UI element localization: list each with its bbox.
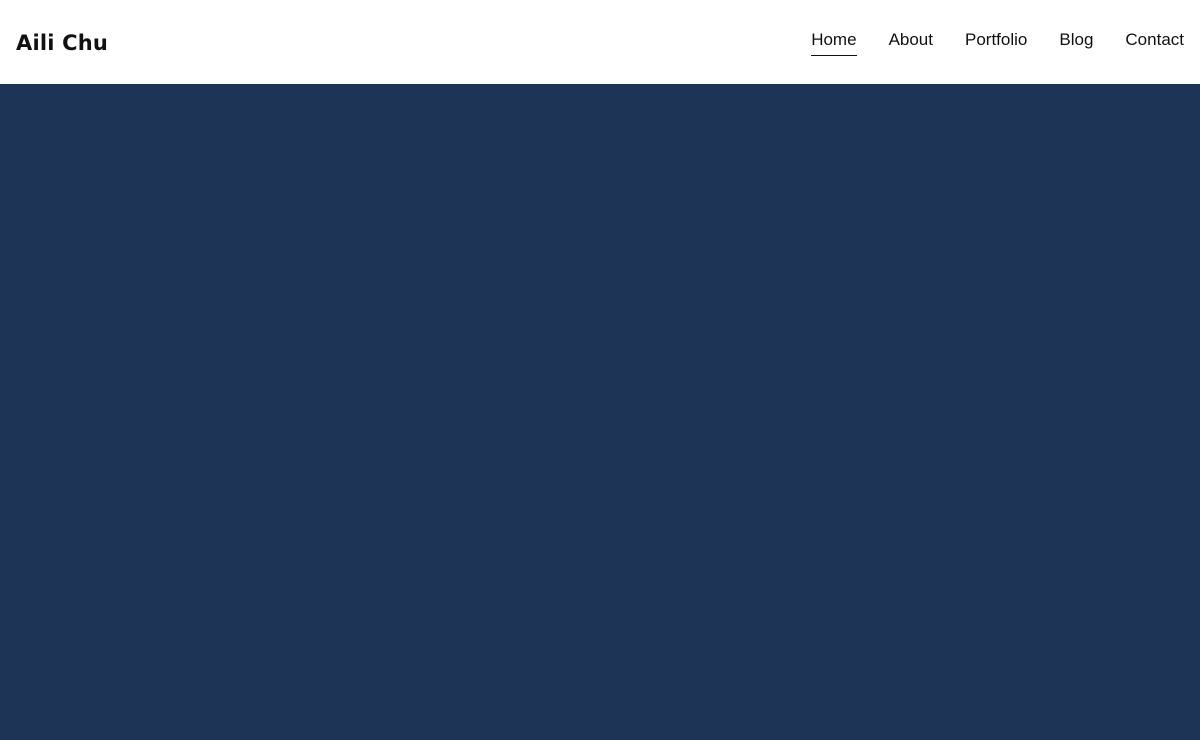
site-brand-link[interactable]: Aili Chu	[16, 31, 108, 55]
nav-item-blog[interactable]: Blog	[1059, 30, 1093, 54]
nav-item-contact[interactable]: Contact	[1125, 30, 1184, 54]
main-nav: Home About Portfolio Blog Contact	[811, 0, 1184, 84]
site-header: Aili Chu Home About Portfolio Blog Conta…	[0, 0, 1200, 84]
nav-item-home[interactable]: Home	[811, 30, 857, 56]
nav-item-about[interactable]: About	[889, 30, 933, 54]
nav-item-portfolio[interactable]: Portfolio	[965, 30, 1027, 54]
hero-section	[0, 84, 1200, 740]
page: Aili Chu Home About Portfolio Blog Conta…	[0, 0, 1200, 740]
